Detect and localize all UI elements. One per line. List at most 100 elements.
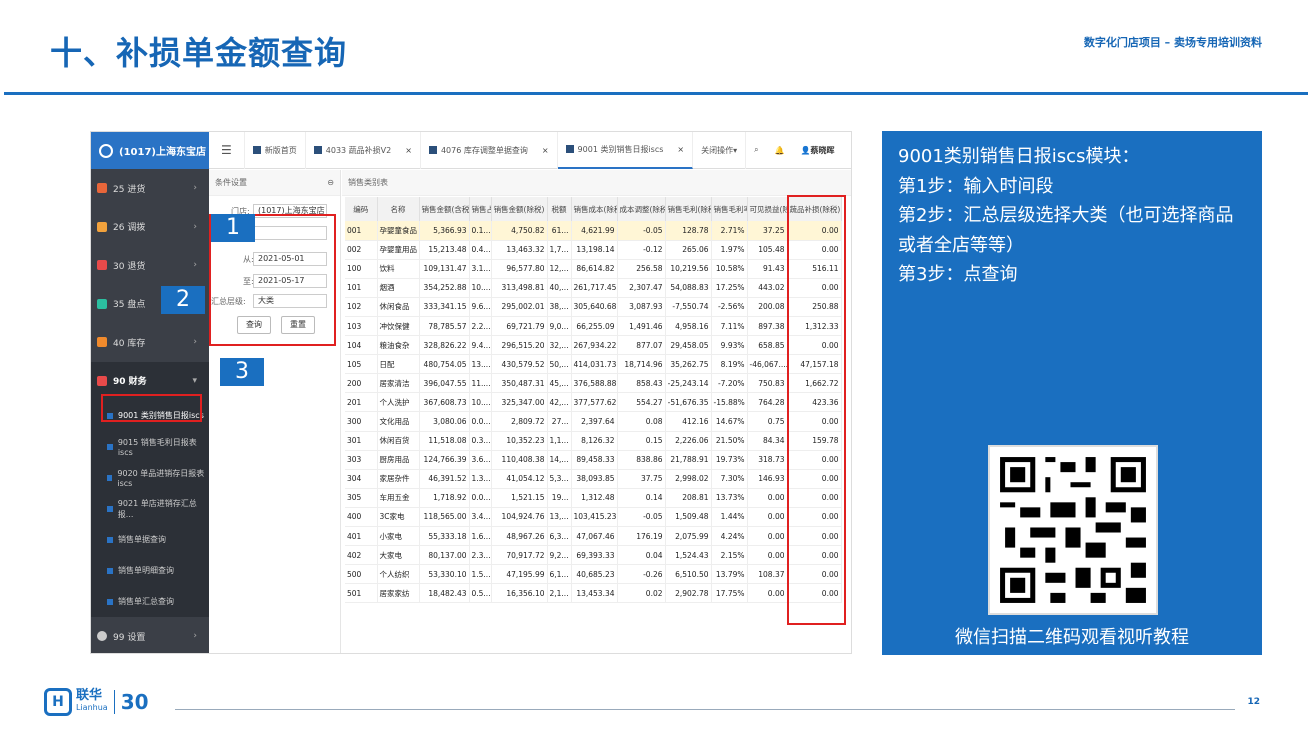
table-cell: 002 — [345, 240, 378, 260]
table-cell: 1.6... — [469, 526, 492, 547]
table-cell: -2.56% — [711, 297, 748, 317]
column-header[interactable]: 名称 — [377, 197, 420, 221]
grid-header: 销售类别表 — [348, 178, 388, 187]
app-screenshot: (1017)上海东宝店 25 进货›26 调拨›30 退货› 35 盘点 › 40 库… — [90, 131, 852, 654]
sidebar-item-label: 35 盘点 — [113, 300, 146, 311]
table-cell: 8,126.32 — [571, 431, 618, 451]
table-row[interactable]: 002 孕婴童用品 15,213.48 0.4... 13,463.32 1,7... 13… — [345, 240, 842, 260]
table-cell: 80,137.00 — [419, 545, 470, 566]
table-row[interactable]: 101 烟酒 354,252.88 10.... 313,498.81 40,... 261… — [345, 278, 842, 298]
table-row[interactable]: 105 日配 480,754.05 13.... 430,579.52 50,... 414… — [345, 354, 842, 375]
table-cell: 18,482.43 — [419, 583, 470, 604]
sidebar-item[interactable]: 25 进货 › — [91, 169, 209, 208]
sidebar-item-settings[interactable]: 99 设置 › — [91, 617, 209, 653]
table-cell: 265.06 — [665, 240, 712, 260]
column-header[interactable]: 销售毛利率 — [711, 197, 748, 221]
table-row[interactable]: 102 休闲食品 333,341.15 9.6... 295,002.01 38,... 3… — [345, 297, 842, 317]
menu-icon — [97, 260, 107, 271]
table-cell: 17.25% — [711, 278, 748, 298]
column-header[interactable]: 销售金额(除税) — [491, 197, 548, 221]
table-cell: -7.20% — [711, 373, 748, 394]
submenu-item[interactable]: 销售单明细查询 — [91, 555, 209, 586]
close-icon[interactable]: × — [542, 146, 549, 155]
table-row[interactable]: 305 车用五金 1,718.92 0.0... 1,521.15 19... 1,312.… — [345, 488, 842, 508]
table-cell: 377,577.62 — [571, 392, 618, 413]
column-header[interactable]: 销售毛利(除税) — [665, 197, 712, 221]
anniversary-mark: 30 — [113, 690, 149, 714]
bell-icon[interactable]: 🔔 — [767, 132, 793, 169]
submenu-item[interactable]: 9021 单店进销存汇总报... — [91, 493, 209, 524]
table-cell: 325,347.00 — [491, 392, 548, 413]
table-cell: 7.11% — [711, 316, 748, 337]
column-header[interactable]: 销售成本(除税) — [571, 197, 618, 221]
table-cell: 0.14 — [617, 488, 666, 508]
table-cell: 家居杂件 — [377, 469, 420, 489]
close-icon[interactable]: × — [677, 145, 684, 154]
table-row[interactable]: 201 个人洗护 367,608.73 10.... 325,347.00 42,... 3… — [345, 392, 842, 413]
table-row[interactable]: 501 居家家纺 18,482.43 0.5... 16,356.10 2,1... 13,… — [345, 583, 842, 604]
submenu-item[interactable]: 销售单汇总查询 — [91, 586, 209, 617]
table-row[interactable]: 100 饮料 109,131.47 3.1... 96,577.80 12,... 86,6… — [345, 259, 842, 279]
column-header[interactable]: 成本调整(除税) — [617, 197, 666, 221]
close-icon[interactable]: × — [405, 146, 412, 155]
table-cell: 35,262.75 — [665, 354, 712, 375]
collapse-icon[interactable]: ⊖ — [327, 178, 334, 187]
submenu-item[interactable]: 销售单据查询 — [91, 524, 209, 555]
sidebar-item-label: 40 库存 — [113, 338, 146, 349]
table-cell: 5,3... — [547, 469, 572, 489]
tab-actions-menu[interactable]: 关闭操作 ▾ — [693, 132, 747, 169]
table-cell: 0.75 — [747, 411, 788, 432]
sidebar-item[interactable]: 40 库存 › — [91, 323, 209, 362]
table-cell: 文化用品 — [377, 411, 420, 432]
tab[interactable]: 4033 蔬品补损V2 × — [306, 132, 421, 169]
table-cell: 日配 — [377, 354, 420, 375]
menu-highlight — [101, 394, 202, 422]
tab[interactable]: 9001 类别销售日报iscs × — [557, 132, 694, 169]
column-header[interactable]: 编码 — [345, 197, 378, 221]
search-icon[interactable]: ⌕ — [746, 132, 766, 169]
table-cell: 休闲食品 — [377, 297, 420, 317]
table-cell: 10.58% — [711, 259, 748, 279]
sidebar-item[interactable]: 30 退货 › — [91, 246, 209, 285]
tab[interactable]: 新版首页 — [245, 132, 306, 169]
table-cell: 301 — [345, 431, 378, 451]
table-row[interactable]: 500 个人纺织 53,330.10 1.5... 47,195.99 6,1... 40,… — [345, 564, 842, 585]
store-header[interactable]: (1017)上海东宝店 — [91, 132, 209, 169]
user-menu[interactable]: 👤 蔡晓晖 — [793, 132, 843, 169]
qr-code[interactable] — [988, 445, 1158, 615]
table-row[interactable]: 402 大家电 80,137.00 2.3... 70,917.72 9,2... 69,3… — [345, 545, 842, 566]
column-header[interactable]: 销售占 — [469, 197, 492, 221]
menu-toggle-icon[interactable]: ☰ — [209, 132, 245, 169]
table-cell: 500 — [345, 564, 378, 585]
table-row[interactable]: 200 居家清洁 396,047.55 11.... 350,487.31 45,... 3… — [345, 373, 842, 394]
table-row[interactable]: 301 休闲百货 11,518.08 0.3... 10,352.23 1,1... 8,1… — [345, 431, 842, 451]
table-row[interactable]: 304 家居杂件 46,391.52 1.3... 41,054.12 5,3... 38,… — [345, 469, 842, 489]
table-row[interactable]: 303 厨房用品 124,766.39 3.6... 110,408.38 14,... 8… — [345, 450, 842, 470]
column-header[interactable]: 税额 — [547, 197, 572, 221]
table-row[interactable]: 104 粮油食杂 328,826.22 9.4... 296,515.20 32,... 2… — [345, 335, 842, 356]
brand-en: Lianhua — [76, 703, 108, 712]
submenu-item[interactable]: 9020 单品进销存日报表iscs — [91, 462, 209, 493]
table-cell: 1.44% — [711, 507, 748, 528]
table-row[interactable]: 401 小家电 55,333.18 1.6... 48,967.26 6,3... 47,0… — [345, 526, 842, 547]
table-cell: -0.05 — [617, 507, 666, 528]
table-cell: 9.93% — [711, 335, 748, 356]
tab[interactable]: 4076 库存调整单据查询 × — [421, 132, 558, 169]
table-row[interactable]: 400 3C家电 118,565.00 3.4... 104,924.76 13,... 1… — [345, 507, 842, 528]
table-cell: -25,243.14 — [665, 373, 712, 394]
table-cell: 1.5... — [469, 564, 492, 585]
table-cell: 2,998.02 — [665, 469, 712, 489]
table-cell: 40,... — [547, 278, 572, 298]
table-cell: 小家电 — [377, 526, 420, 547]
sidebar-item[interactable]: 26 调拨 › — [91, 208, 209, 247]
table-row[interactable]: 300 文化用品 3,080.06 0.0... 2,809.72 27... 2,397.… — [345, 411, 842, 432]
column-header[interactable]: 销售金额(含税) — [419, 197, 470, 221]
submenu-item[interactable]: 9015 销售毛利日报表iscs — [91, 431, 209, 462]
submenu-label: 销售单据查询 — [118, 535, 166, 544]
table-row[interactable]: 103 冲饮保健 78,785.57 2.2... 69,721.79 9,0... 66,… — [345, 316, 842, 337]
panel-line: 第1步：输入时间段 — [898, 175, 1054, 197]
chevron-right-icon: › — [193, 221, 197, 232]
column-header[interactable]: 可见损益(除税) — [747, 197, 788, 221]
table-row[interactable]: 001 孕婴童食品 5,366.93 0.1... 4,750.82 61... 4,621… — [345, 221, 842, 241]
table-cell: 0.00 — [747, 488, 788, 508]
